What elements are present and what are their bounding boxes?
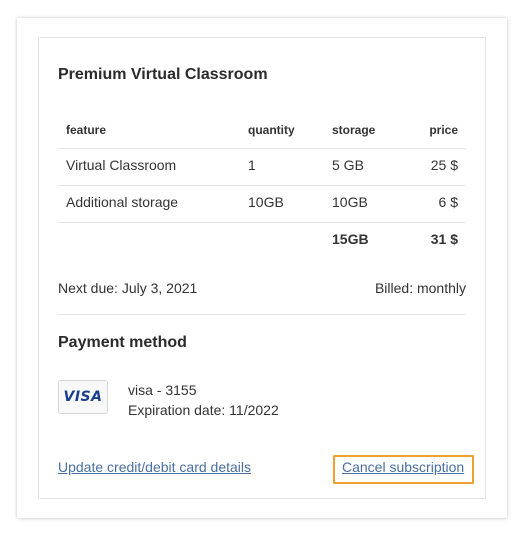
visa-card-icon: VISA: [58, 380, 108, 414]
billing-frequency: Billed: monthly: [374, 280, 466, 296]
update-card-link[interactable]: Update credit/debit card details: [58, 459, 251, 475]
table-cell-quantity: 10GB: [248, 194, 284, 210]
table-cell-storage: 5 GB: [332, 157, 364, 173]
card-label: visa - 3155: [128, 382, 197, 398]
total-storage: 15GB: [332, 231, 369, 247]
next-due-date: Next due: July 3, 2021: [58, 280, 198, 296]
subscription-card: [38, 37, 486, 499]
visa-logo-text: VISA: [63, 389, 103, 405]
table-cell-feature: Virtual Classroom: [66, 157, 177, 173]
table-divider: [58, 148, 466, 149]
table-cell-quantity: 1: [248, 157, 256, 173]
table-cell-price: 25 $: [430, 157, 458, 173]
card-expiration: Expiration date: 11/2022: [128, 402, 279, 418]
plan-title: Premium Virtual Classroom: [58, 66, 268, 83]
table-cell-price: 6 $: [438, 194, 458, 210]
cancel-subscription-link[interactable]: Cancel subscription: [342, 459, 464, 475]
table-cell-feature: Additional storage: [66, 194, 179, 210]
payment-method-title: Payment method: [58, 334, 187, 351]
table-divider: [58, 222, 466, 223]
table-divider: [58, 185, 466, 186]
section-divider: [58, 314, 466, 315]
column-header-quantity: quantity: [248, 123, 295, 137]
column-header-price: price: [429, 123, 458, 137]
table-cell-storage: 10GB: [332, 194, 368, 210]
column-header-storage: storage: [332, 123, 376, 137]
total-price: 31 $: [430, 231, 458, 247]
column-header-feature: feature: [66, 123, 107, 137]
